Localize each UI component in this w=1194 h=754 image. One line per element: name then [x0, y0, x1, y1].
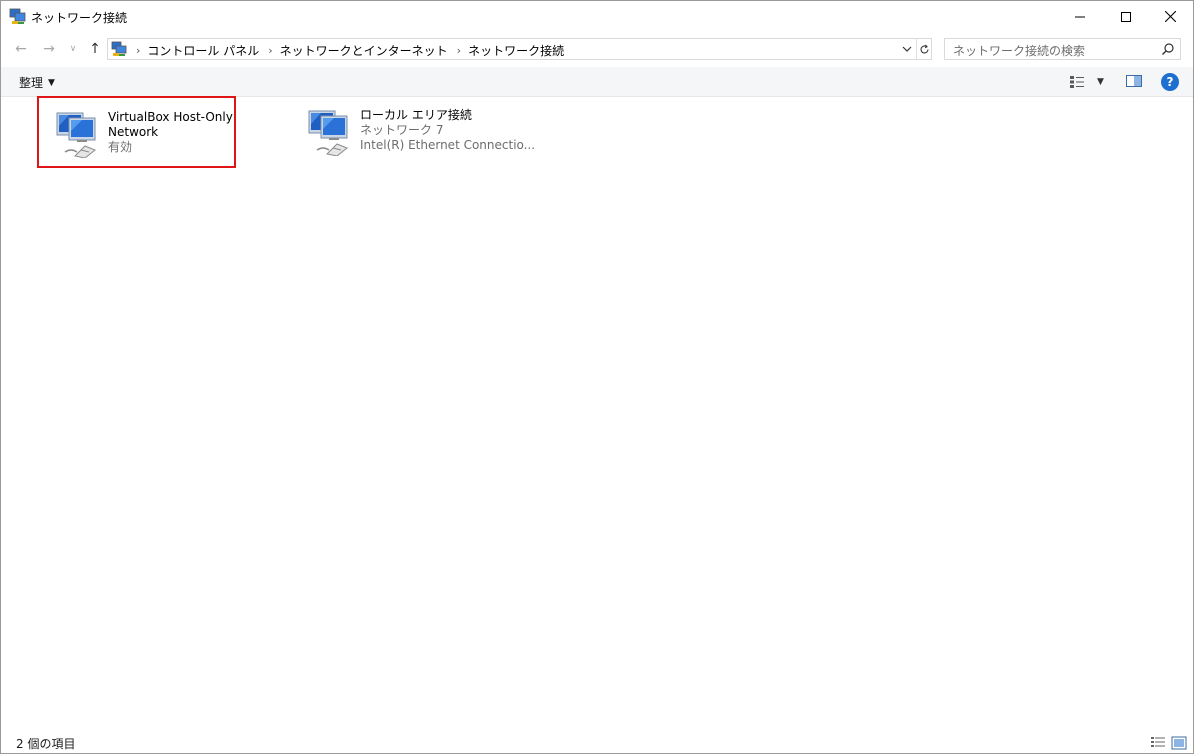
view-options-icon: [1070, 76, 1084, 88]
command-bar: 整理 ▼ ▼ ?: [1, 67, 1193, 97]
chevron-down-icon: [902, 46, 912, 52]
connection-status: 有効: [108, 140, 133, 154]
connection-name-line2: Network: [108, 125, 159, 139]
recent-locations-button[interactable]: ∨: [62, 38, 84, 60]
preview-pane-button[interactable]: [1125, 73, 1145, 91]
breadcrumb: › コントロール パネル › ネットワークとインターネット › ネットワーク接続: [132, 42, 564, 59]
network-adapter-icon: [56, 112, 96, 158]
back-button[interactable]: ←: [10, 38, 32, 60]
breadcrumb-network-internet[interactable]: ネットワークとインターネット: [280, 42, 448, 59]
network-connections-icon: [111, 41, 127, 56]
arrow-up-icon: ↑: [89, 41, 101, 57]
change-view-button[interactable]: ▼: [1069, 73, 1109, 91]
chevron-down-icon: ∨: [69, 44, 77, 54]
search-placeholder: ネットワーク接続の検索: [953, 44, 1086, 58]
large-icons-view-icon[interactable]: [1171, 736, 1187, 750]
refresh-button[interactable]: [916, 39, 932, 59]
details-view-icon[interactable]: [1150, 736, 1166, 750]
help-button[interactable]: ?: [1161, 73, 1179, 91]
organize-label: 整理: [19, 76, 44, 90]
connection-details: ローカル エリア接続 ネットワーク 7 Intel(R) Ethernet Co…: [360, 108, 540, 153]
forward-button[interactable]: →: [38, 38, 60, 60]
address-bar[interactable]: › コントロール パネル › ネットワークとインターネット › ネットワーク接続: [107, 38, 932, 60]
caret-down-icon: ▼: [48, 77, 55, 88]
close-button[interactable]: [1147, 1, 1193, 32]
preview-pane-icon: [1126, 75, 1142, 87]
item-count: 2 個の項目: [16, 737, 76, 751]
connection-status: ネットワーク 7: [360, 123, 444, 137]
chevron-right-icon: ›: [136, 44, 141, 57]
up-button[interactable]: ↑: [84, 38, 106, 60]
organize-menu-button[interactable]: 整理 ▼: [19, 74, 55, 91]
caret-down-icon: ▼: [1097, 77, 1104, 87]
minimize-icon: [1075, 16, 1085, 17]
connection-name: VirtualBox Host-Only: [108, 110, 233, 124]
network-adapter-icon: [308, 110, 348, 156]
connection-item-virtualbox[interactable]: VirtualBox Host-Only Network 有効: [37, 96, 236, 168]
refresh-icon: [920, 44, 929, 53]
search-input[interactable]: ネットワーク接続の検索: [944, 38, 1181, 60]
arrow-left-icon: ←: [15, 41, 27, 57]
connection-name: ローカル エリア接続: [360, 108, 472, 122]
title-bar: ネットワーク接続: [1, 1, 1193, 32]
explorer-window: ネットワーク接続 ← → ∨ ↑ › コントロール パネル › ネットワークとイ…: [0, 0, 1194, 754]
address-dropdown-button[interactable]: [898, 39, 916, 59]
connection-device: Intel(R) Ethernet Connectio...: [360, 138, 536, 152]
close-icon: [1164, 11, 1176, 22]
chevron-right-icon: ›: [268, 44, 273, 57]
connection-details: VirtualBox Host-Only Network 有効: [108, 110, 236, 155]
navigation-bar: ← → ∨ ↑ › コントロール パネル › ネットワークとインターネット › …: [1, 33, 1193, 64]
window-title: ネットワーク接続: [31, 11, 128, 25]
breadcrumb-network-connections[interactable]: ネットワーク接続: [468, 42, 564, 59]
network-connections-icon: [9, 8, 26, 24]
maximize-button[interactable]: [1103, 1, 1149, 32]
status-bar: 2 個の項目: [1, 732, 1193, 753]
arrow-right-icon: →: [43, 41, 55, 57]
breadcrumb-control-panel[interactable]: コントロール パネル: [147, 42, 259, 59]
connection-item-local-area[interactable]: ローカル エリア接続 ネットワーク 7 Intel(R) Ethernet Co…: [303, 98, 543, 170]
minimize-button[interactable]: [1057, 1, 1103, 32]
chevron-right-icon: ›: [456, 44, 462, 57]
search-icon: [1162, 43, 1174, 55]
maximize-icon: [1121, 11, 1131, 22]
